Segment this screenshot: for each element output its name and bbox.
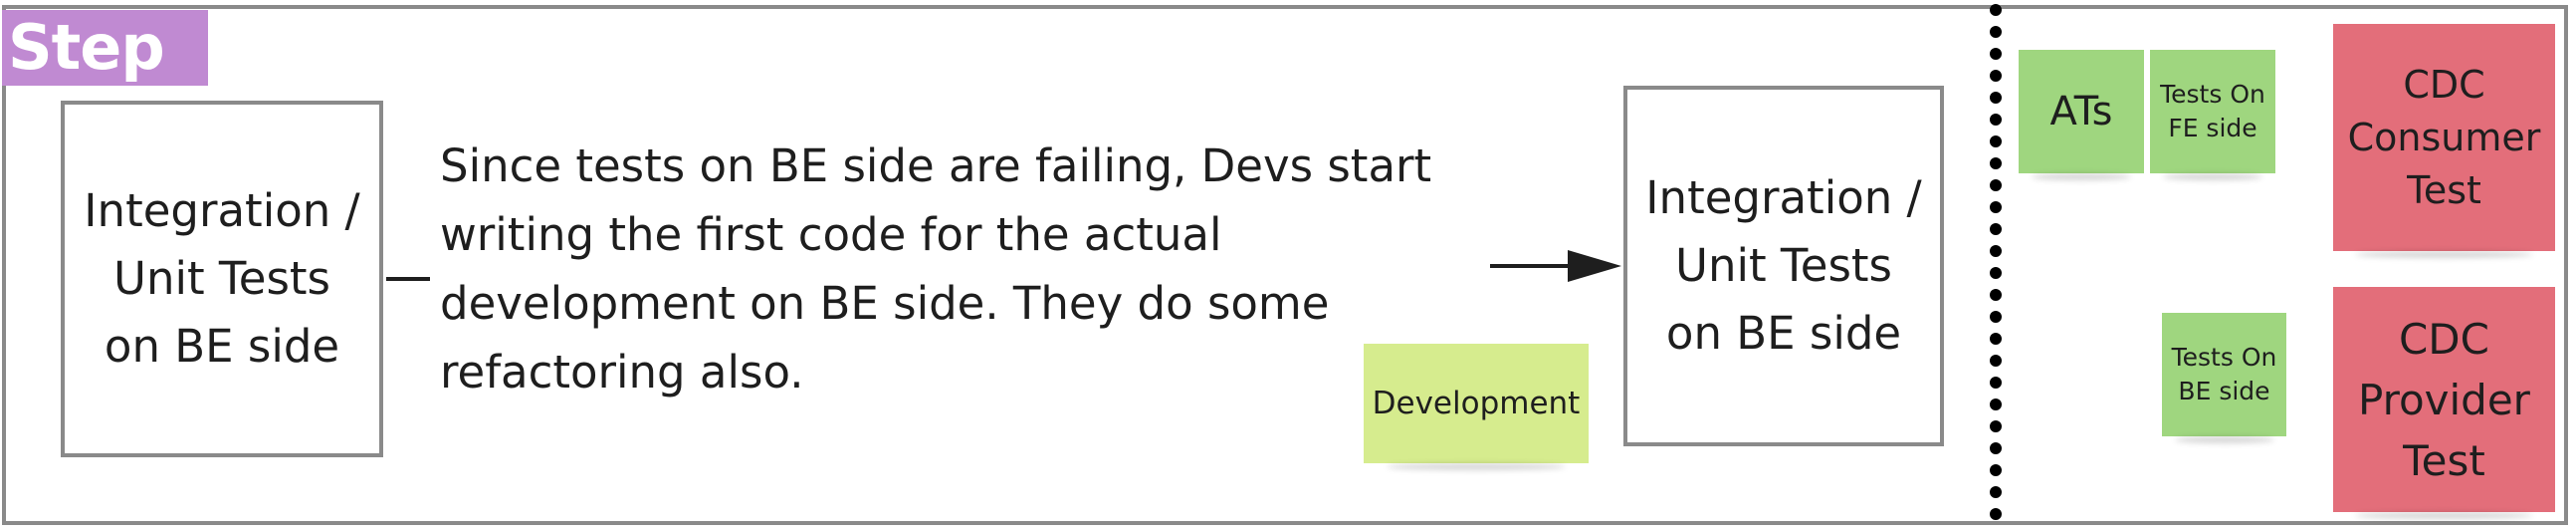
development-note[interactable]: Development <box>1364 344 1589 463</box>
tests-on-be-note[interactable]: Tests On BE side <box>2162 313 2286 436</box>
ats-note[interactable]: ATs <box>2019 50 2144 173</box>
cdc-consumer-note[interactable]: CDC Consumer Test <box>2333 24 2555 251</box>
tests-on-fe-note[interactable]: Tests On FE side <box>2150 50 2275 173</box>
cdc-provider-note[interactable]: CDC Provider Test <box>2333 287 2555 512</box>
arrow-head <box>1568 250 1621 282</box>
